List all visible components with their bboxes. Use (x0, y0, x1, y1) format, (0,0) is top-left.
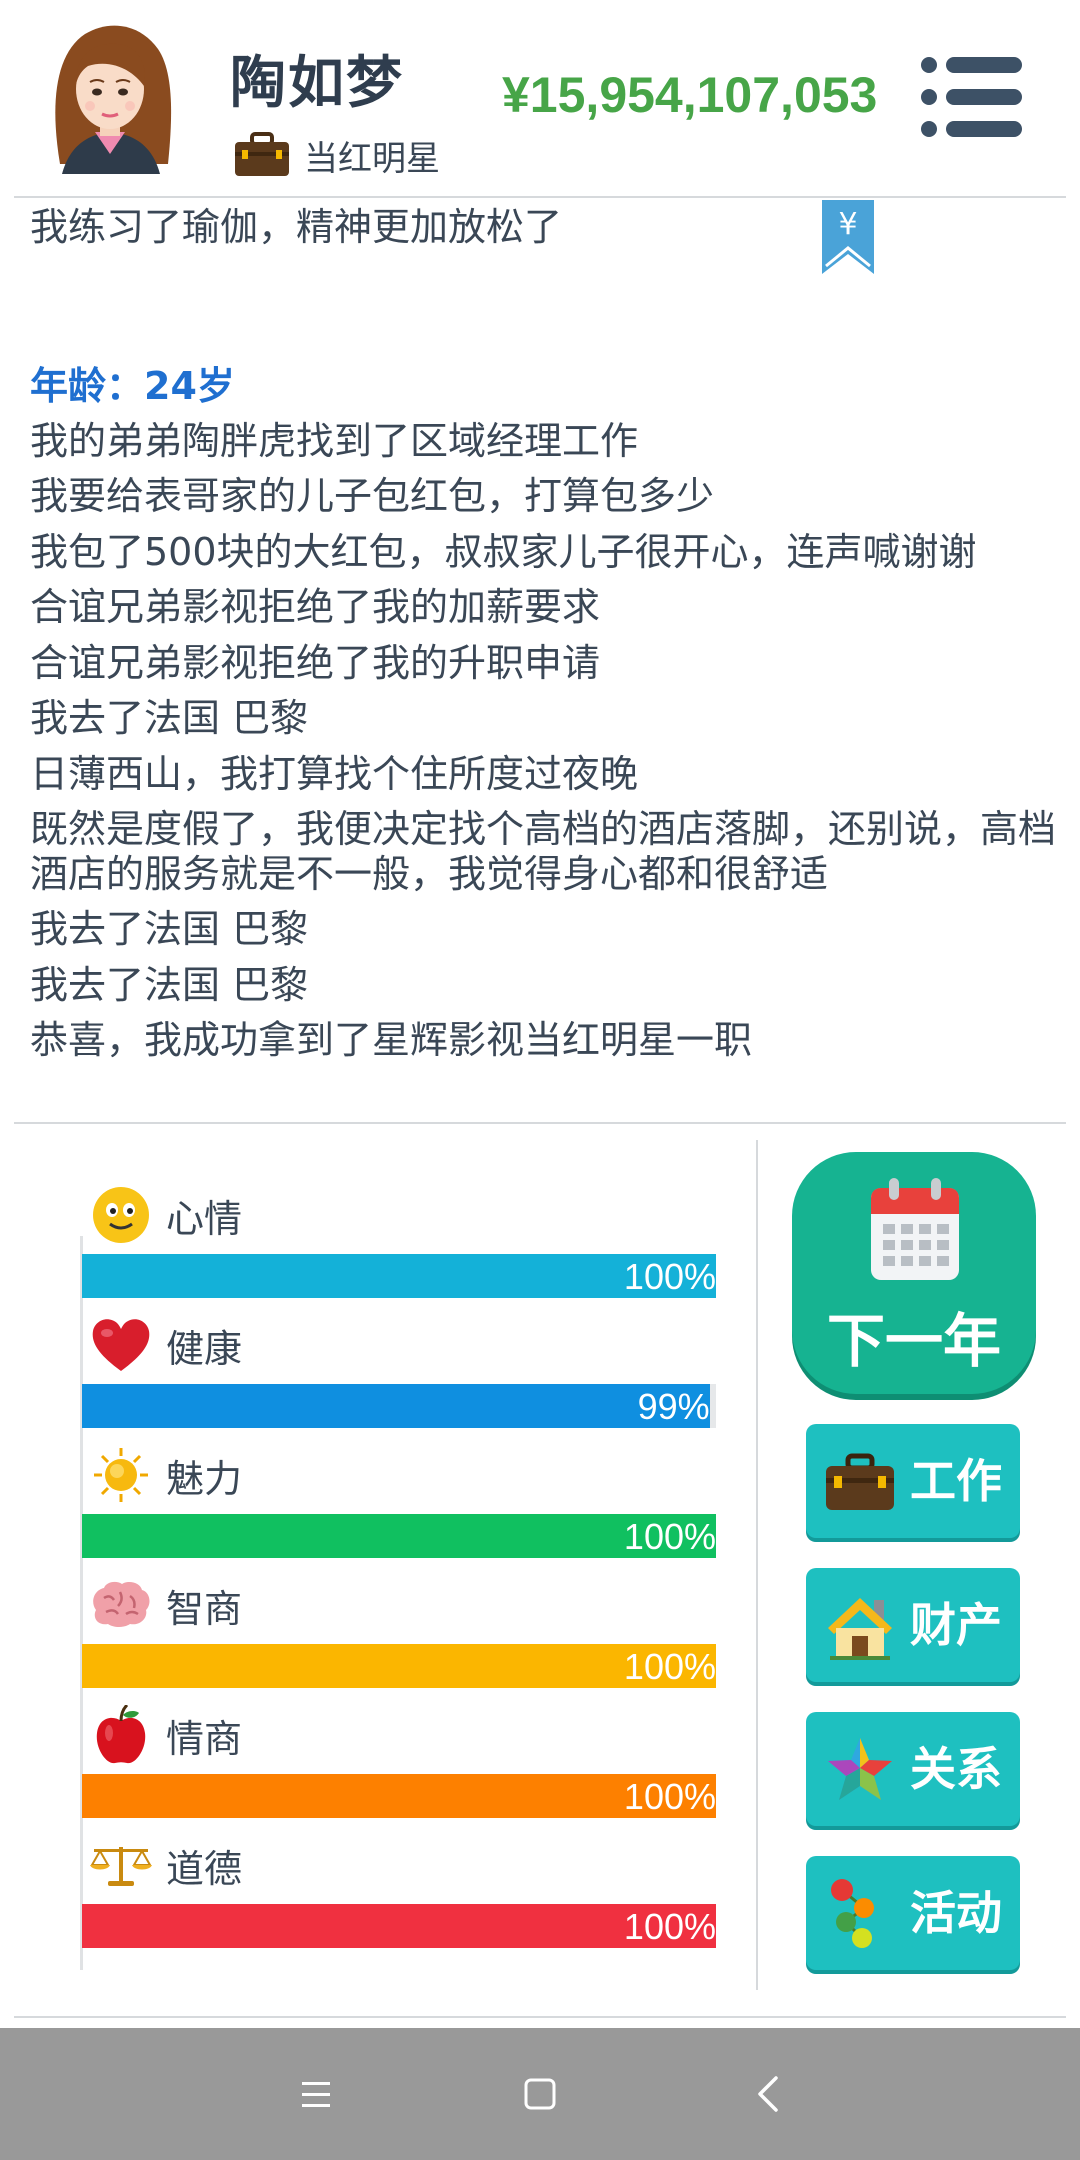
brain-icon (93, 1581, 150, 1627)
apple-icon (96, 1705, 146, 1764)
property-button[interactable]: 财产 (806, 1568, 1020, 1682)
activities-label: 活动 (910, 1886, 1002, 1940)
player-name: 陶如梦 (230, 51, 404, 116)
activities-button[interactable]: 活动 (806, 1856, 1020, 1970)
age-heading: 年龄：24岁 (30, 363, 235, 408)
money-balance: ¥15,954,107,053 (502, 67, 878, 123)
sun-icon (94, 1448, 148, 1502)
home-nav-icon[interactable] (510, 2064, 570, 2124)
smiley-icon (93, 1187, 149, 1243)
stat-bar: 100% (82, 1904, 716, 1948)
menu-icon[interactable] (920, 55, 1024, 139)
avatar[interactable] (40, 14, 180, 174)
log-line: 我去了法国 巴黎 (30, 696, 309, 740)
log-line: 我要给表哥家的儿子包红包，打算包多少 (30, 474, 715, 518)
calendar-icon (871, 1178, 959, 1280)
log-line: 我去了法国 巴黎 (30, 962, 309, 1007)
stat-value: 99% (637, 1386, 710, 1427)
bottom-divider (14, 2016, 1066, 2018)
stat-mood: 心情 100% (80, 1180, 720, 1310)
scales-icon (90, 1847, 152, 1886)
relations-button[interactable]: 关系 (806, 1712, 1020, 1826)
stat-bar-fill: 100% (82, 1774, 716, 1818)
player-header: 陶如梦 当红明星 ¥15,954,107,053 (0, 0, 1080, 197)
stat-bar: 100% (82, 1514, 716, 1558)
star-icon (828, 1738, 892, 1800)
panel-divider (756, 1140, 758, 1990)
back-nav-icon[interactable] (738, 2064, 798, 2124)
job-title: 当红明星 (304, 138, 440, 179)
heart-icon (92, 1319, 150, 1371)
stat-bar: 100% (82, 1644, 716, 1688)
stat-charm: 魅力 100% (80, 1440, 720, 1570)
stat-morality: 道德 100% (80, 1830, 720, 1960)
money-bookmark-icon[interactable]: ¥ (820, 200, 876, 276)
stat-label: 道德 (166, 1846, 243, 1891)
header-divider (14, 196, 1066, 198)
stat-label: 健康 (166, 1326, 243, 1371)
log-line: 合谊兄弟影视拒绝了我的加薪要求 (30, 585, 601, 629)
log-line: 日薄西山，我打算找个住所度过夜晚 (30, 751, 639, 796)
stat-label: 心情 (166, 1196, 243, 1241)
stat-bar-fill: 99% (82, 1384, 710, 1428)
work-label: 工作 (910, 1454, 1002, 1508)
work-button[interactable]: 工作 (806, 1424, 1020, 1538)
next-year-button[interactable]: 下一年 (792, 1152, 1036, 1394)
life-log: 我练习了瑜伽，精神更加放松了 年龄：24岁 我的弟弟陶胖虎找到了区域经理工作 我… (30, 200, 1060, 1069)
stat-bar: 100% (82, 1254, 716, 1298)
house-icon (828, 1598, 892, 1660)
stat-bar-fill: 100% (82, 1904, 716, 1948)
log-line: 既然是度假了，我便决定找个高档的酒店落脚，还别说，高档酒店的服务就是不一般，我觉… (30, 807, 1057, 896)
stat-label: 魅力 (166, 1456, 243, 1501)
log-line: 我的弟弟陶胖虎找到了区域经理工作 (30, 418, 639, 463)
log-line: 我练习了瑜伽，精神更加放松了 (30, 205, 563, 249)
log-line: 我去了法国 巴黎 (30, 907, 309, 951)
stat-label: 智商 (166, 1586, 243, 1631)
next-year-label: 下一年 (826, 1307, 1001, 1375)
stat-value: 100% (623, 1516, 716, 1557)
log-line: 合谊兄弟影视拒绝了我的升职申请 (30, 640, 601, 685)
stat-bar-fill: 100% (82, 1644, 716, 1688)
stat-iq: 智商 100% (80, 1570, 720, 1700)
stat-value: 100% (623, 1776, 716, 1817)
log-line: 我包了500块的大红包，叔叔家儿子很开心，连声喊谢谢 (30, 529, 977, 574)
relations-label: 关系 (910, 1742, 1002, 1796)
log-line: 恭喜，我成功拿到了星辉影视当红明星一职 (30, 1018, 753, 1062)
section-divider (14, 1122, 1066, 1124)
stat-health: 健康 99% (80, 1310, 720, 1440)
stat-bar-fill: 100% (82, 1514, 716, 1558)
stat-bar: 100% (82, 1774, 716, 1818)
stat-bar-fill: 100% (82, 1254, 716, 1298)
stat-value: 100% (623, 1906, 716, 1947)
briefcase-icon (826, 1453, 894, 1510)
menu-nav-icon[interactable] (286, 2064, 346, 2124)
stat-bar: 99% (82, 1384, 716, 1428)
stat-value: 100% (623, 1646, 716, 1687)
stat-value: 100% (623, 1256, 716, 1297)
stat-label: 情商 (166, 1716, 243, 1761)
job-row: 当红明星 (234, 130, 440, 180)
bookmark-symbol: ¥ (838, 207, 857, 242)
activity-dots-icon (831, 1879, 874, 1948)
stat-eq: 情商 100% (80, 1700, 720, 1830)
property-label: 财产 (910, 1598, 1002, 1652)
briefcase-icon (235, 132, 289, 176)
system-nav-bar (0, 2028, 1080, 2160)
